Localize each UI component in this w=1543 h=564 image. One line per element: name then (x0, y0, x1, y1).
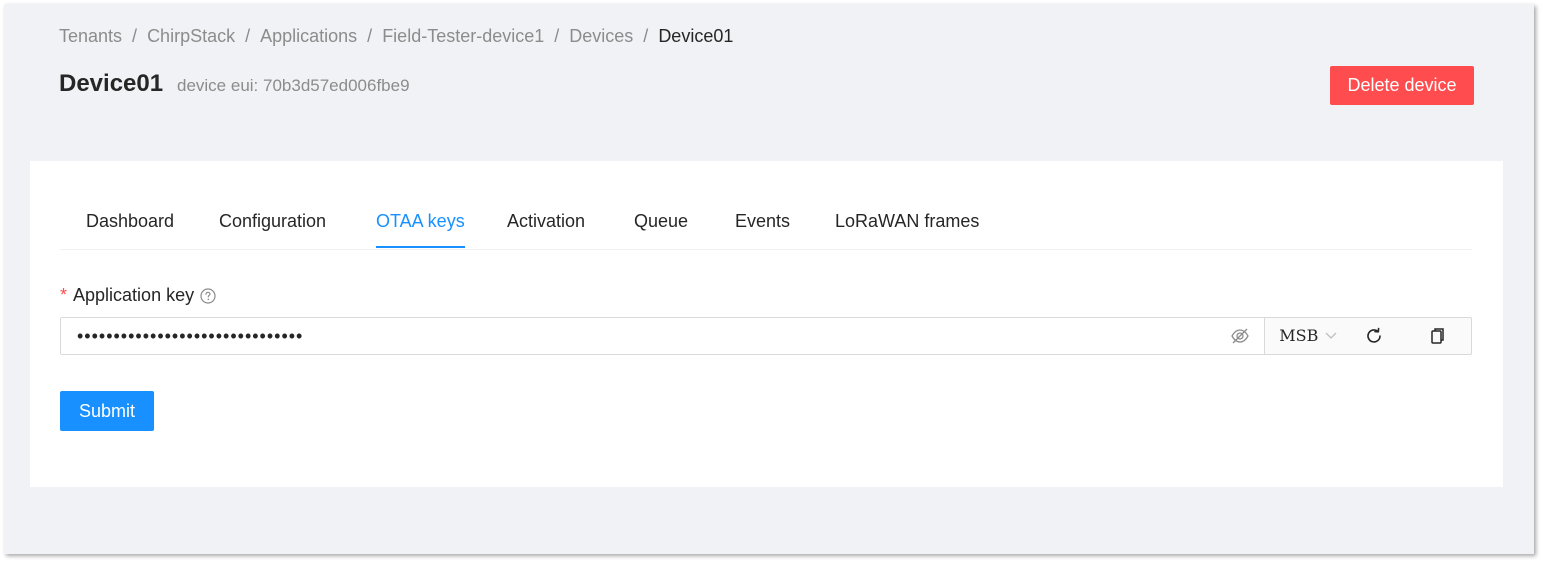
application-key-label: * Application key (60, 285, 216, 306)
breadcrumb-chirpstack[interactable]: ChirpStack (147, 26, 235, 47)
breadcrumb-separator: / (245, 26, 251, 46)
required-mark: * (60, 285, 68, 305)
application-key-input[interactable] (75, 320, 1229, 352)
breadcrumb-separator: / (367, 26, 373, 46)
device-card: Dashboard Configuration OTAA keys Activa… (30, 161, 1503, 487)
breadcrumb-tenants[interactable]: Tenants (59, 26, 122, 47)
tab-queue[interactable]: Queue (634, 211, 688, 246)
tab-dashboard[interactable]: Dashboard (86, 211, 174, 246)
breadcrumb-separator: / (554, 26, 560, 46)
application-key-label-text: Application key (73, 285, 195, 305)
chevron-down-icon (1324, 331, 1338, 341)
copy-icon[interactable] (1430, 327, 1446, 345)
breadcrumb-current-device: Device01 (658, 26, 734, 46)
submit-button[interactable]: Submit (60, 391, 154, 431)
breadcrumb-separator: / (132, 26, 138, 46)
page-subtitle: device eui: 70b3d57ed006fbe9 (177, 76, 410, 95)
key-actions-addon: MSB (1264, 317, 1472, 355)
tab-activation[interactable]: Activation (507, 211, 585, 246)
byte-order-value: MSB (1279, 326, 1319, 345)
tab-otaa-keys[interactable]: OTAA keys (376, 211, 465, 248)
page-title: Device01 (59, 70, 164, 97)
question-circle-icon[interactable] (200, 287, 216, 304)
reload-icon[interactable] (1365, 327, 1383, 345)
tab-events[interactable]: Events (735, 211, 790, 246)
delete-device-button[interactable]: Delete device (1330, 66, 1474, 105)
eye-invisible-icon[interactable] (1230, 327, 1250, 345)
breadcrumb: Tenants / ChirpStack / Applications / Fi… (59, 26, 733, 47)
app-frame: Tenants / ChirpStack / Applications / Fi… (4, 4, 1534, 554)
tab-configuration[interactable]: Configuration (219, 211, 326, 246)
breadcrumb-application[interactable]: Field-Tester-device1 (382, 26, 544, 47)
byte-order-select[interactable]: MSB (1279, 326, 1338, 345)
tab-bar: Dashboard Configuration OTAA keys Activa… (60, 199, 1472, 250)
breadcrumb-devices[interactable]: Devices (569, 26, 633, 47)
tab-lorawan-frames[interactable]: LoRaWAN frames (835, 211, 979, 246)
application-key-input-group: MSB (60, 317, 1472, 355)
breadcrumb-separator: / (643, 26, 649, 46)
application-key-field (60, 317, 1265, 355)
breadcrumb-applications[interactable]: Applications (260, 26, 357, 47)
